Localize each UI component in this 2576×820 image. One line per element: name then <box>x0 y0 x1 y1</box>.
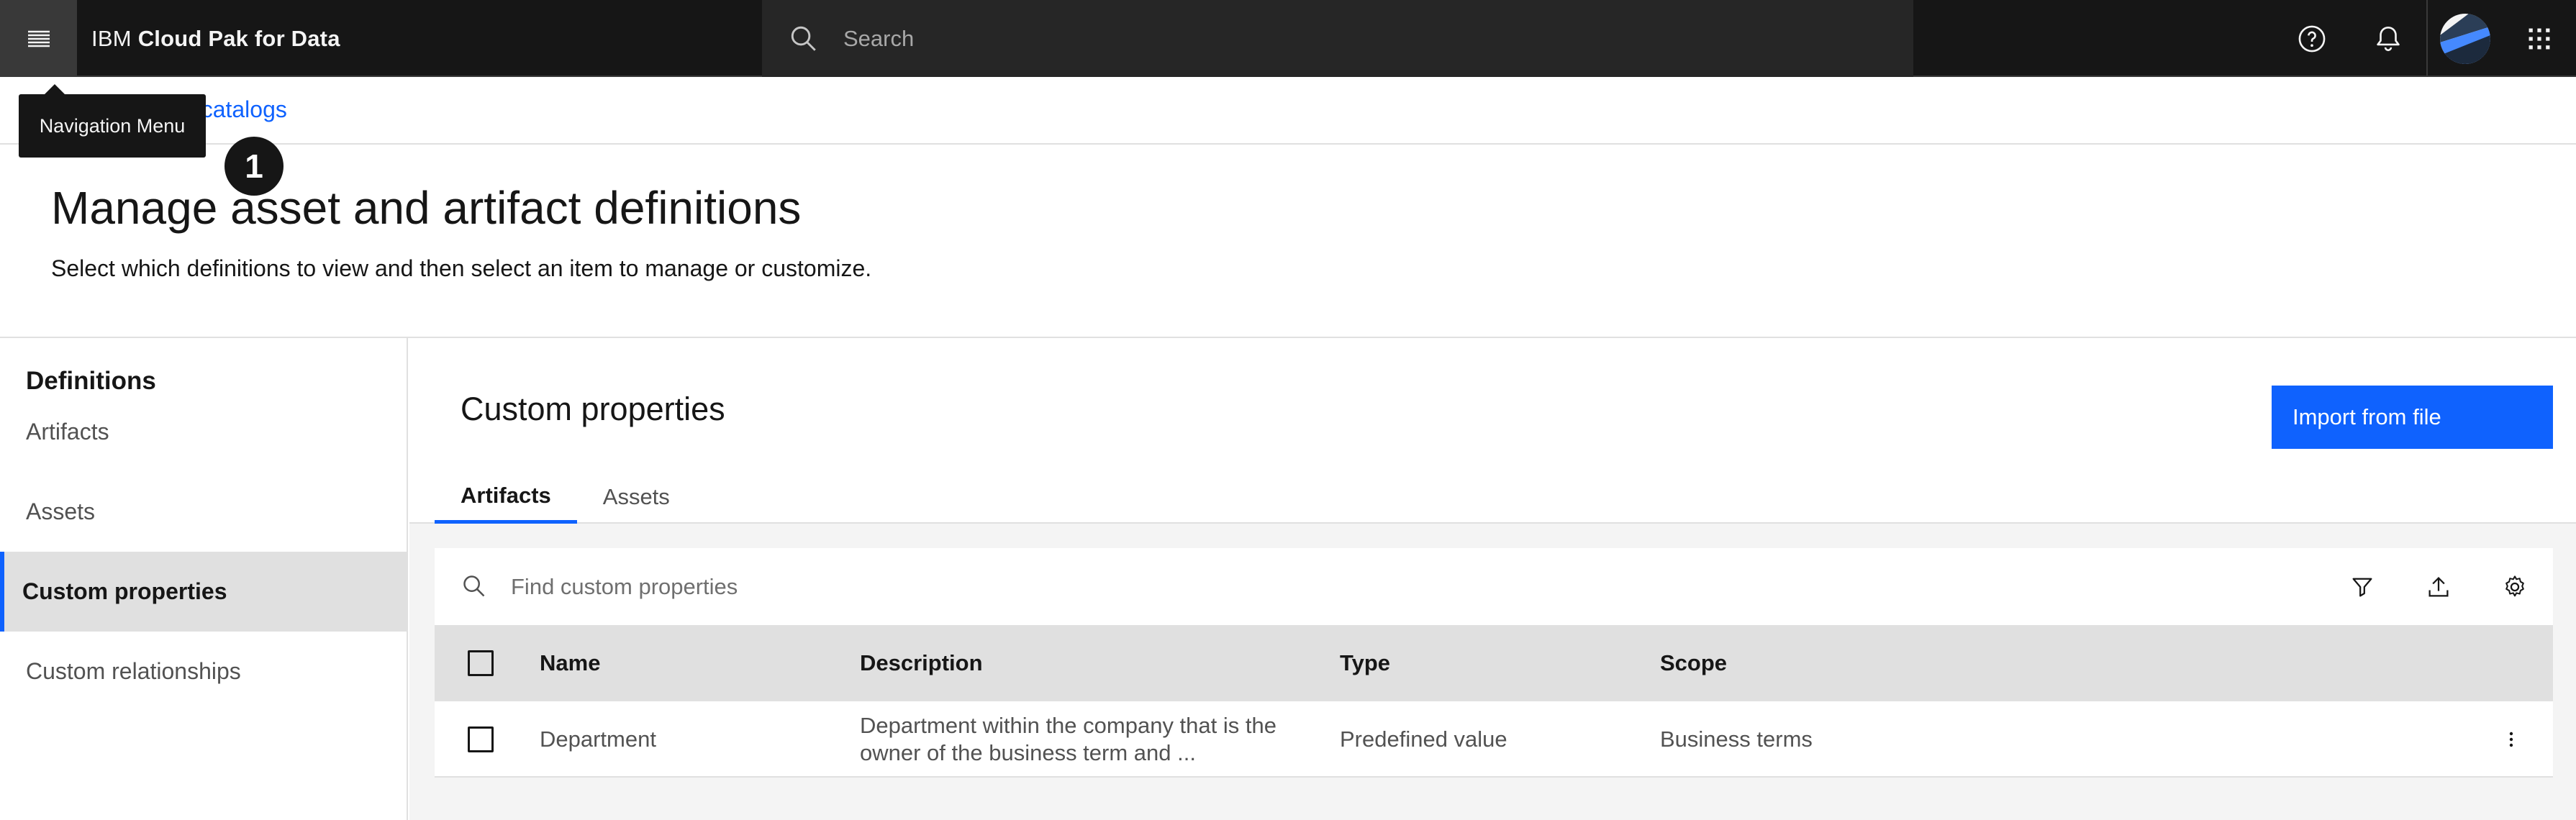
menu-icon <box>27 30 50 47</box>
menu-button[interactable] <box>0 0 77 77</box>
upload-icon <box>2428 576 2448 596</box>
product-brand[interactable]: IBM Cloud Pak for Data <box>91 0 340 77</box>
import-from-file-button[interactable]: Import from file <box>2272 386 2553 449</box>
cell-description: Department within the company that is th… <box>860 713 1276 765</box>
custom-properties-table: Name Description Type Scope Department D… <box>435 625 2553 778</box>
settings-button[interactable] <box>2476 548 2553 625</box>
navigation-menu-tooltip: Navigation Menu <box>19 84 206 158</box>
column-header-description[interactable]: Description <box>860 625 983 701</box>
sidebar-item-custom-relationships[interactable]: Custom relationships <box>0 632 407 711</box>
cell-name: Department <box>540 726 656 752</box>
search-icon <box>791 26 816 51</box>
overflow-menu-icon <box>2509 732 2513 747</box>
help-button[interactable] <box>2273 0 2350 77</box>
page-title: Manage asset and artifact definitions <box>51 182 802 234</box>
column-header-name[interactable]: Name <box>540 625 600 701</box>
top-header: IBM Cloud Pak for Data <box>0 0 2576 77</box>
app-switcher-icon <box>2529 28 2550 49</box>
tab-assets[interactable]: Assets <box>576 471 696 524</box>
app-switcher-button[interactable] <box>2503 0 2576 77</box>
export-button[interactable] <box>2400 548 2477 625</box>
sidebar-title: Definitions <box>26 367 156 395</box>
divider <box>0 143 2576 145</box>
find-custom-properties-input[interactable] <box>511 567 2310 607</box>
brand-name: Cloud Pak for Data <box>137 25 340 51</box>
table-row[interactable]: Department Department within the company… <box>435 701 2553 778</box>
global-search-input[interactable] <box>843 19 1887 59</box>
table-header-row: Name Description Type Scope <box>435 625 2553 701</box>
user-avatar-button[interactable] <box>2426 0 2503 77</box>
filter-button[interactable] <box>2323 548 2400 625</box>
sidebar-item-assets[interactable]: Assets <box>0 472 407 552</box>
column-header-type[interactable]: Type <box>1340 625 1390 701</box>
help-icon <box>2298 25 2325 52</box>
settings-icon <box>2505 575 2524 596</box>
row-checkbox[interactable] <box>468 726 494 752</box>
tab-artifacts[interactable]: Artifacts <box>435 471 577 524</box>
step-marker: 1 <box>225 137 284 196</box>
notification-icon <box>2376 26 2400 51</box>
select-all-checkbox[interactable] <box>468 650 494 676</box>
filter-icon <box>2352 578 2372 596</box>
definition-tabs: Artifacts Assets <box>435 471 696 524</box>
table-toolbar <box>435 548 2553 625</box>
cell-scope: Business terms <box>1660 726 1813 752</box>
notifications-button[interactable] <box>2349 0 2426 77</box>
search-icon <box>463 575 485 597</box>
column-header-scope[interactable]: Scope <box>1660 625 1727 701</box>
section-title: Custom properties <box>461 391 725 427</box>
avatar <box>2440 13 2490 64</box>
sidebar-item-artifacts[interactable]: Artifacts <box>0 392 407 472</box>
cell-type: Predefined value <box>1340 726 1507 752</box>
brand-prefix: IBM <box>91 25 132 51</box>
global-search <box>762 0 1913 77</box>
definitions-sidebar: Definitions Artifacts Assets Custom prop… <box>0 338 408 820</box>
page-subtitle: Select which definitions to view and the… <box>51 255 872 281</box>
sidebar-item-custom-properties[interactable]: Custom properties <box>0 552 407 632</box>
tabs-divider <box>409 522 2576 524</box>
row-overflow-menu-button[interactable] <box>2494 722 2529 757</box>
